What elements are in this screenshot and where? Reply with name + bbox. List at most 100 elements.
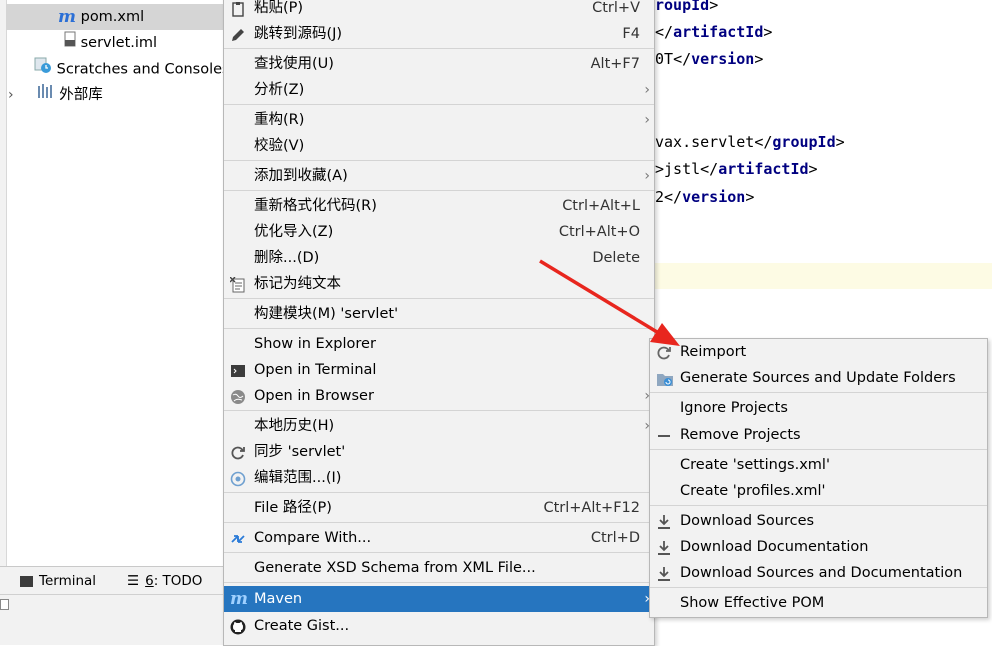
submenu-item-remove-projects[interactable]: Remove Projects [650,422,987,448]
menu-item-label: Remove Projects [680,427,801,443]
xml-tag: version [682,188,746,206]
menu-item-label: Ignore Projects [680,400,788,416]
menu-item-label: 跳转到源码(J) [254,26,343,42]
menu-item-open-in-terminal[interactable]: Open in Terminal [224,357,654,383]
download-icon [656,539,672,555]
menu-item-label: 标记为纯文本 [254,276,341,292]
menu-item-label: Create Gist... [254,618,350,634]
menu-item-optimize-imports[interactable]: 优化导入(Z) Ctrl+Alt+O [224,219,654,245]
code-line: </artifactId> [655,23,773,41]
menu-item-edit-scope[interactable]: 编辑范围...(I) [224,465,654,491]
menu-item-find-usages[interactable]: 查找使用(U) Alt+F7 [224,51,654,77]
tree-item-scratches[interactable]: Scratches and Consoles [6,56,226,82]
download-icon [656,513,672,529]
scratches-icon [34,56,52,82]
iml-file-icon [64,30,76,56]
menu-item-create-gist[interactable]: Create Gist... [224,613,654,639]
submenu-item-ignore-projects[interactable]: Ignore Projects [650,395,987,421]
menu-item-shortcut: Ctrl+Alt+L [562,198,640,214]
menu-separator [224,104,654,105]
menu-separator [224,48,654,49]
menu-item-label: Create 'profiles.xml' [680,483,826,499]
menu-item-validate[interactable]: 校验(V) [224,133,654,159]
submenu-item-show-effective-pom[interactable]: Show Effective POM [650,590,987,616]
tab-todo[interactable]: ☰ 6: TODO [127,567,202,595]
submenu-item-generate-sources[interactable]: Generate Sources and Update Folders [650,365,987,391]
xml-tag: artifactId [718,160,809,178]
compare-icon [230,530,246,546]
menu-item-label: Generate Sources and Update Folders [680,370,956,386]
menu-separator [224,582,654,583]
menu-item-label: Maven [254,591,303,607]
submenu-item-reimport[interactable]: Reimport [650,339,987,365]
status-square-icon [0,599,9,610]
menu-separator [224,160,654,161]
maven-file-icon: m [58,7,76,27]
menu-item-label: 分析(Z) [254,82,305,98]
menu-item-generate-xsd[interactable]: Generate XSD Schema from XML File... [224,555,654,581]
menu-item-label: 构建模块(M) 'servlet' [254,306,399,322]
menu-item-label: Generate XSD Schema from XML File... [254,560,536,576]
menu-separator [650,505,987,506]
menu-item-paste[interactable]: 粘贴(P) Ctrl+V [224,0,654,21]
menu-item-label: Show in Explorer [254,336,376,352]
menu-item-reformat-code[interactable]: 重新格式化代码(R) Ctrl+Alt+L [224,193,654,219]
code-line: 2</version> [655,188,755,206]
tree-item-label: servlet.iml [80,35,158,51]
submenu-item-download-sources-and-docs[interactable]: Download Sources and Documentation [650,560,987,586]
menu-item-label: 粘贴(P) [254,0,304,16]
menu-item-compare-with[interactable]: Compare With... Ctrl+D [224,525,654,551]
menu-item-label: 查找使用(U) [254,56,334,72]
menu-separator [224,522,654,523]
xml-bracket: > [709,0,719,14]
menu-item-label: 重新格式化代码(R) [254,198,377,214]
tree-item-external-libraries[interactable]: › 外部库 [6,82,226,108]
submenu-item-create-settings-xml[interactable]: Create 'settings.xml' [650,452,987,478]
menu-item-label: Show Effective POM [680,595,825,611]
terminal-icon [230,362,246,378]
code-line: roupId> [655,0,718,17]
project-tree: m pom.xml servlet.iml Scratches and Cons… [0,0,226,566]
paste-icon [230,0,246,17]
chevron-right-icon: › [644,82,650,98]
submenu-item-download-sources[interactable]: Download Sources [650,508,987,534]
annotation-arrow-icon [539,259,680,346]
tree-item-pom-xml[interactable]: m pom.xml [6,4,226,30]
menu-separator [650,449,987,450]
chevron-right-icon: › [644,168,650,184]
tree-item-label: pom.xml [80,9,145,25]
tab-terminal[interactable]: Terminal [20,567,96,595]
github-icon [230,618,246,635]
menu-separator [224,492,654,493]
library-icon [37,82,55,108]
code-line: vax.servlet</groupId> [655,133,845,151]
menu-item-add-to-favorites[interactable]: 添加到收藏(A) › [224,163,654,189]
tool-window-bar: Terminal ☰ 6: TODO [0,566,226,595]
menu-separator [224,190,654,191]
menu-item-shortcut: Alt+F7 [590,56,640,72]
chevron-right-icon[interactable]: › [8,82,22,108]
menu-item-sync[interactable]: 同步 'servlet' [224,439,654,465]
menu-item-file-path[interactable]: File 路径(P) Ctrl+Alt+F12 [224,495,654,521]
menu-item-analyze[interactable]: 分析(Z) › [224,77,654,103]
menu-item-jump-to-source[interactable]: 跳转到源码(J) F4 [224,21,654,47]
menu-item-local-history[interactable]: 本地历史(H) › [224,413,654,439]
code-line: 0T</version> [655,50,764,68]
submenu-item-create-profiles-xml[interactable]: Create 'profiles.xml' [650,478,987,504]
xml-tag: roupId [655,0,710,14]
menu-item-label: 同步 'servlet' [254,444,346,460]
menu-item-maven[interactable]: m Maven › [224,586,654,612]
menu-item-label: 本地历史(H) [254,418,335,434]
tab-label: Terminal [39,573,97,589]
code-text: >jstl [655,160,701,178]
tree-item-label: 外部库 [59,87,103,103]
menu-item-open-in-browser[interactable]: Open in Browser › [224,383,654,409]
menu-item-label: 编辑范围...(I) [254,470,342,486]
menu-item-label: Compare With... [254,530,372,546]
submenu-item-download-documentation[interactable]: Download Documentation [650,534,987,560]
tab-number: 6 [145,573,154,589]
sync-icon [230,444,246,460]
menu-item-refactor[interactable]: 重构(R) › [224,107,654,133]
minus-icon [656,427,672,443]
tree-item-servlet-iml[interactable]: servlet.iml [6,30,226,56]
